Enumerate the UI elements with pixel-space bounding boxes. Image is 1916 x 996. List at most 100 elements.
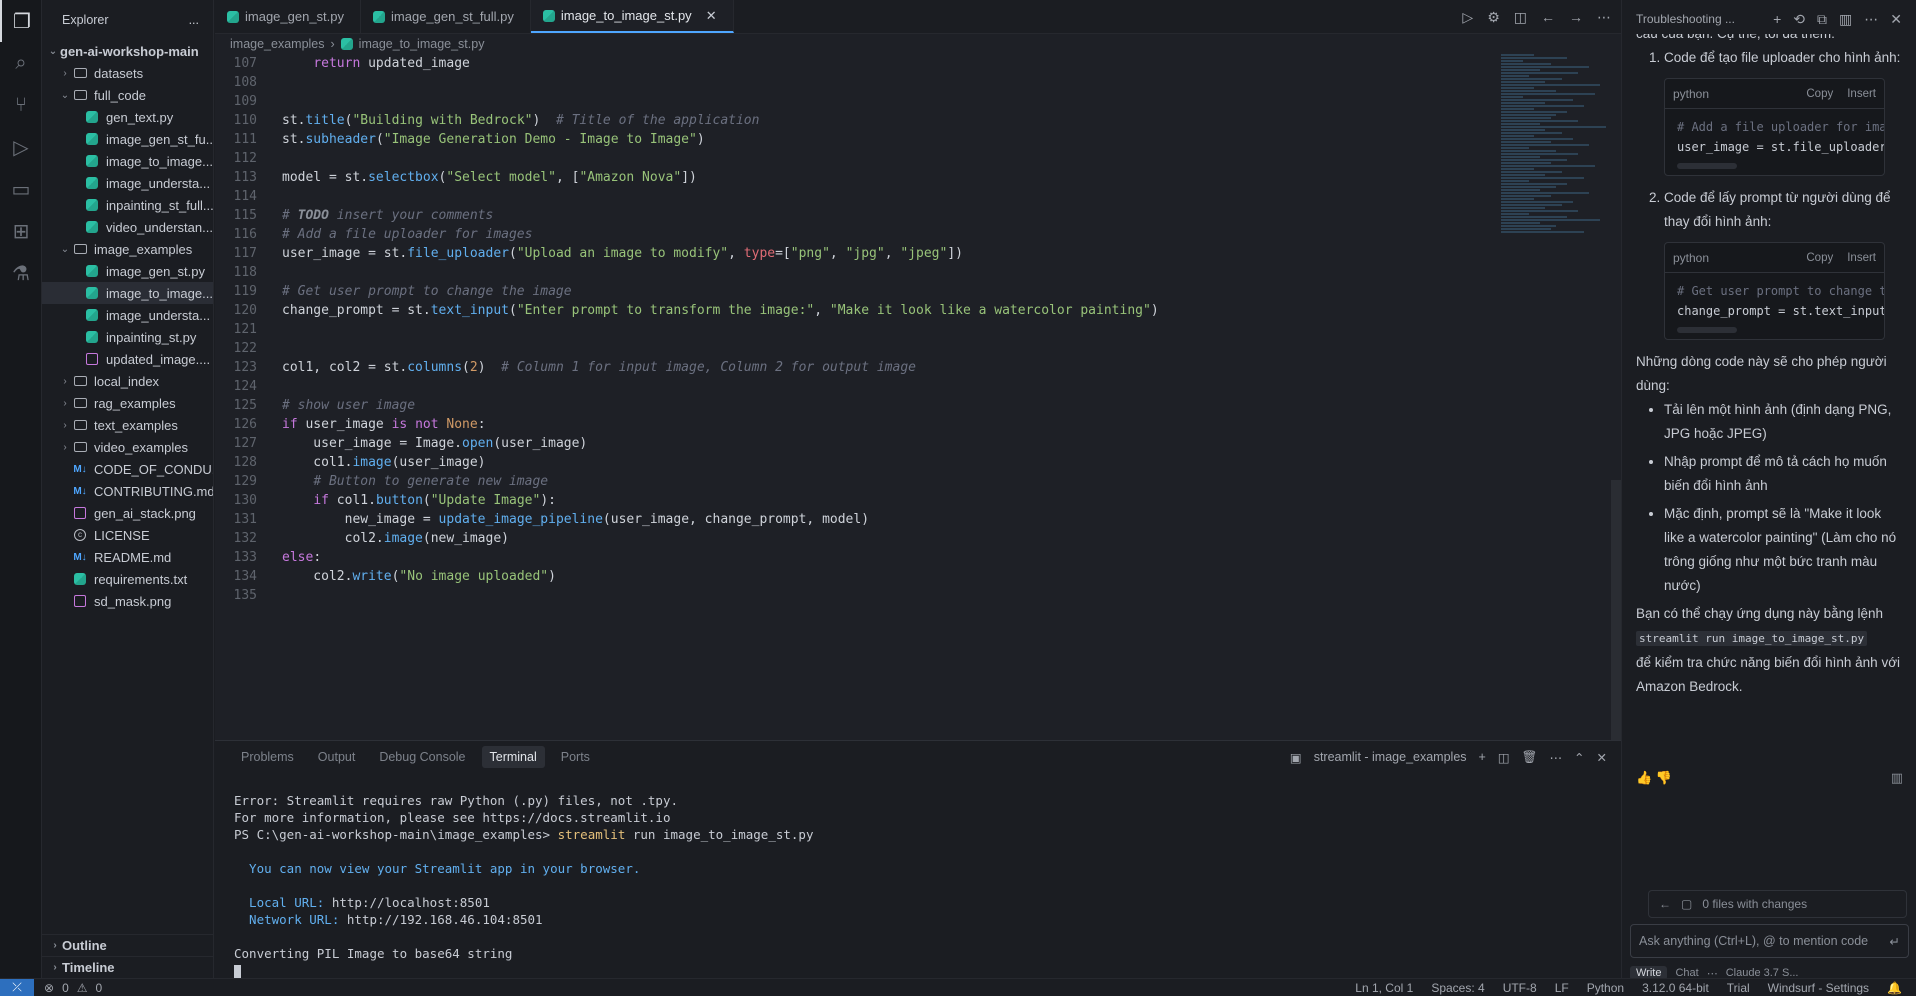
close-icon[interactable]: ✕ — [1890, 11, 1902, 28]
tree-folder[interactable]: › local_index — [42, 370, 213, 392]
code-line[interactable]: 133 else: — [215, 548, 1475, 567]
code-line[interactable]: 119 # Get user prompt to change the image — [215, 282, 1475, 301]
more-icon[interactable]: ⋯ — [1597, 9, 1611, 26]
run-icon[interactable]: ▷ — [1462, 9, 1473, 26]
back-arrow-icon[interactable]: ← — [1659, 897, 1671, 911]
code-line[interactable]: 109 — [215, 92, 1475, 111]
run-debug-icon[interactable]: ▷ — [0, 126, 42, 168]
more-icon[interactable]: ⋯ — [1864, 11, 1878, 28]
cursor-position[interactable]: Ln 1, Col 1 — [1355, 981, 1413, 995]
editor-tab[interactable]: image_gen_st_full.py — [361, 0, 531, 33]
tree-file[interactable]: M↓ README.md — [42, 546, 213, 568]
trial-badge[interactable]: Trial — [1727, 981, 1750, 995]
code-line[interactable]: 125 # show user image — [215, 396, 1475, 415]
code-block-content[interactable]: # Add a file uploader for ima user_image … — [1665, 109, 1884, 161]
enter-icon[interactable]: ↵ — [1890, 934, 1900, 949]
tree-file[interactable]: c LICENSE — [42, 524, 213, 546]
tree-file[interactable]: image_understa... — [42, 304, 213, 326]
terminal-output[interactable]: Error: Streamlit requires raw Python (.p… — [215, 773, 1621, 980]
code-line[interactable]: 113 model = st.selectbox("Select model", … — [215, 168, 1475, 187]
minimap[interactable] — [1501, 54, 1611, 334]
breadcrumb-folder[interactable]: image_examples — [230, 37, 325, 51]
insert-button[interactable]: Insert — [1847, 252, 1876, 264]
panel-tab[interactable]: Output — [310, 746, 364, 768]
new-terminal-icon[interactable]: + — [1479, 750, 1486, 764]
tree-file[interactable]: M↓ CODE_OF_CONDU... — [42, 458, 213, 480]
code-block-scrollbar[interactable] — [1677, 163, 1737, 169]
editor-tab[interactable]: image_to_image_st.py ✕ — [530, 0, 734, 33]
code-line[interactable]: 112 — [215, 149, 1475, 168]
tree-file[interactable]: requirements.txt — [42, 568, 213, 590]
go-back-icon[interactable]: ← — [1541, 9, 1555, 25]
code-line[interactable]: 108 — [215, 73, 1475, 92]
chat-title[interactable]: Troubleshooting ... — [1636, 12, 1735, 26]
breadcrumb-file[interactable]: image_to_image_st.py — [359, 37, 485, 51]
tree-file[interactable]: updated_image.... — [42, 348, 213, 370]
tree-folder[interactable]: › rag_examples — [42, 392, 213, 414]
trash-icon[interactable]: 🗑 — [1522, 750, 1538, 765]
windsurf-settings[interactable]: Windsurf - Settings — [1768, 981, 1869, 995]
tree-folder[interactable]: › datasets — [42, 62, 213, 84]
tree-file[interactable]: gen_ai_stack.png — [42, 502, 213, 524]
tree-folder[interactable]: › video_examples — [42, 436, 213, 458]
code-line[interactable]: 122 — [215, 339, 1475, 358]
editor-tab[interactable]: image_gen_st.py — [215, 0, 362, 33]
code-line[interactable]: 128 col1.image(user_image) — [215, 453, 1475, 472]
timeline-section[interactable]: › Timeline — [42, 956, 213, 978]
terminal-name[interactable]: streamlit - image_examples — [1314, 750, 1467, 764]
code-line[interactable]: 107 return updated_image — [215, 54, 1475, 73]
code-line[interactable]: 124 — [215, 377, 1475, 396]
panel-tab[interactable]: Ports — [553, 746, 598, 768]
testing-icon[interactable]: ⚗ — [0, 252, 42, 294]
chat-input[interactable]: Ask anything (Ctrl+L), @ to mention code… — [1630, 924, 1909, 958]
copy-button[interactable]: Copy — [1806, 252, 1833, 264]
warning-icon[interactable]: ⚠ — [77, 981, 88, 995]
tree-file[interactable]: inpainting_st.py — [42, 326, 213, 348]
code-line[interactable]: 135 — [215, 586, 1475, 605]
code-line[interactable]: 123 col1, col2 = st.columns(2) # Column 1… — [215, 358, 1475, 377]
code-line[interactable]: 115 # TODO insert your comments — [215, 206, 1475, 225]
code-line[interactable]: 126 if user_image is not None: — [215, 415, 1475, 434]
end-of-line[interactable]: LF — [1555, 981, 1569, 995]
more-actions-icon[interactable]: ... — [189, 13, 199, 27]
code-line[interactable]: 134 col2.write("No image uploaded") — [215, 567, 1475, 586]
code-line[interactable]: 127 user_image = Image.open(user_image) — [215, 434, 1475, 453]
code-line[interactable]: 130 if col1.button("Update Image"): — [215, 491, 1475, 510]
tree-file[interactable]: inpainting_st_full... — [42, 194, 213, 216]
encoding[interactable]: UTF-8 — [1503, 981, 1537, 995]
tree-folder[interactable]: ⌄ full_code — [42, 84, 213, 106]
error-icon[interactable]: ⊗ — [44, 981, 54, 995]
panel-tab[interactable]: Debug Console — [371, 746, 473, 768]
close-panel-icon[interactable]: ✕ — [1597, 750, 1607, 765]
history-icon[interactable]: ⟲ — [1793, 11, 1805, 28]
panel-tab[interactable]: Terminal — [481, 746, 545, 768]
tree-file[interactable]: gen_text.py — [42, 106, 213, 128]
tree-file[interactable]: image_to_image... — [42, 150, 213, 172]
thumbs-down-icon[interactable]: 👎 — [1656, 770, 1672, 785]
new-chat-icon[interactable]: + — [1773, 11, 1781, 28]
tree-file[interactable]: video_understan... — [42, 216, 213, 238]
copy-button[interactable]: Copy — [1806, 88, 1833, 100]
bell-icon[interactable]: 🔔 — [1887, 981, 1902, 995]
go-forward-icon[interactable]: → — [1569, 9, 1583, 25]
tree-file[interactable]: image_understa... — [42, 172, 213, 194]
split-editor-icon[interactable]: ◫ — [1514, 9, 1527, 26]
remote-indicator-icon[interactable]: ⤫ — [0, 978, 34, 996]
split-terminal-icon[interactable]: ◫ — [1498, 750, 1510, 765]
code-line[interactable]: 116 # Add a file uploader for images — [215, 225, 1475, 244]
open-in-editor-icon[interactable]: ⧉ — [1817, 11, 1827, 28]
remote-explorer-icon[interactable]: ▭ — [0, 168, 42, 210]
warning-count[interactable]: 0 — [96, 981, 103, 995]
maximize-panel-icon[interactable]: ⌃ — [1574, 750, 1584, 765]
code-editor[interactable]: 107 return updated_image 108 109 110 st.titl… — [215, 54, 1475, 740]
tree-file[interactable]: M↓ CONTRIBUTING.md — [42, 480, 213, 502]
code-block-scrollbar[interactable] — [1677, 327, 1737, 333]
language-mode[interactable]: Python — [1587, 981, 1624, 995]
more-icon[interactable]: ⋯ — [1550, 750, 1563, 765]
code-line[interactable]: 111 st.subheader("Image Generation Demo -… — [215, 130, 1475, 149]
explorer-icon[interactable]: ❐ — [0, 0, 42, 42]
outline-section[interactable]: › Outline — [42, 934, 213, 956]
close-icon[interactable]: ✕ — [706, 8, 717, 24]
thumbs-up-icon[interactable]: 👍 — [1636, 770, 1652, 785]
editor-scrollbar[interactable] — [1611, 480, 1621, 740]
